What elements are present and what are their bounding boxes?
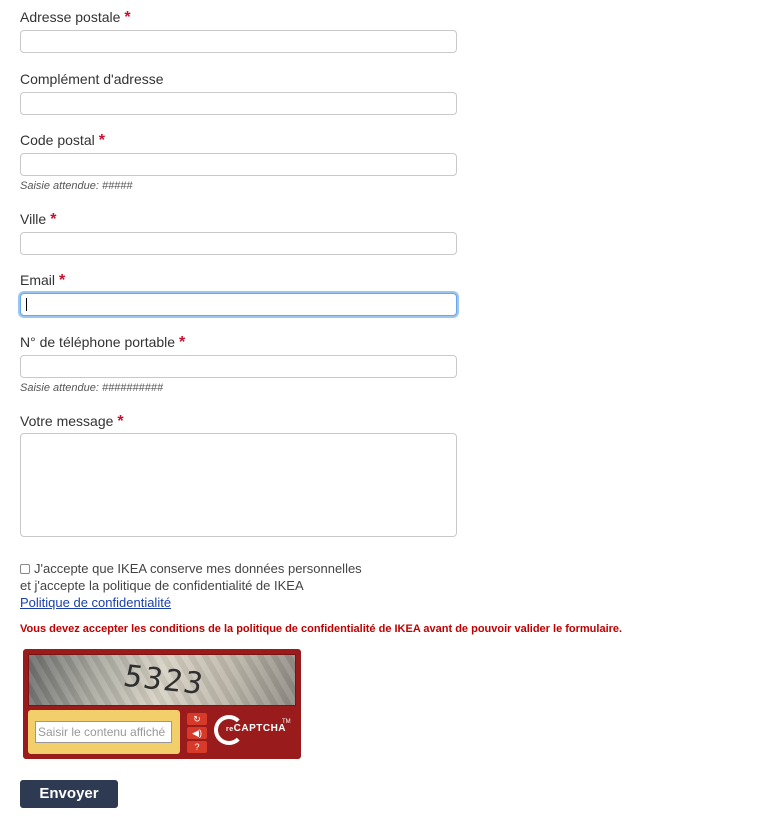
consent-block: J'accepte que IKEA conserve mes données … [20, 560, 362, 611]
postal-code-input[interactable] [20, 153, 457, 176]
mobile-phone-input[interactable] [20, 355, 457, 378]
address-input[interactable] [20, 30, 457, 53]
email-label: Email * [20, 272, 66, 289]
refresh-icon[interactable]: ↻ [187, 713, 207, 725]
captcha-input[interactable]: Saisir le contenu affiché [35, 721, 172, 743]
consent-checkbox[interactable] [20, 564, 30, 574]
mobile-phone-hint: Saisie attendue: ########## [20, 382, 164, 394]
recaptcha-logo-prefix: re [226, 726, 234, 733]
captcha-input-area: Saisir le contenu affiché [28, 710, 180, 754]
address-label: Adresse postale * [20, 9, 131, 26]
submit-button[interactable]: Envoyer [20, 780, 118, 808]
consent-line-2: et j'accepte la politique de confidentia… [20, 578, 304, 593]
recaptcha-logo-tm: TM [282, 719, 291, 725]
text-caret [26, 298, 27, 311]
recaptcha-logo-text: CAPTCHA [233, 723, 287, 734]
consent-error-message: Vous devez accepter les conditions de la… [20, 623, 623, 635]
captcha-image-text: 5323 [120, 659, 208, 702]
address-complement-label: Complément d'adresse [20, 71, 164, 87]
captcha-image: 5323 [28, 654, 296, 706]
help-icon[interactable]: ? [187, 741, 207, 753]
privacy-policy-link[interactable]: Politique de confidentialité [20, 595, 171, 610]
postal-code-label: Code postal * [20, 132, 105, 149]
city-label: Ville * [20, 211, 57, 228]
postal-code-hint: Saisie attendue: ##### [20, 180, 133, 192]
mobile-phone-label: N° de téléphone portable * [20, 334, 186, 351]
recaptcha-logo: reCAPTCHA TM [214, 715, 294, 747]
audio-icon[interactable]: ◀) [187, 727, 207, 739]
message-textarea[interactable] [20, 433, 457, 537]
message-label: Votre message * [20, 413, 124, 430]
city-input[interactable] [20, 232, 457, 255]
consent-line-1: J'accepte que IKEA conserve mes données … [34, 561, 362, 576]
recaptcha-widget: 5323 Saisir le contenu affiché ↻ ◀) ? re… [23, 649, 301, 759]
address-complement-input[interactable] [20, 92, 457, 115]
email-input[interactable] [20, 293, 457, 316]
